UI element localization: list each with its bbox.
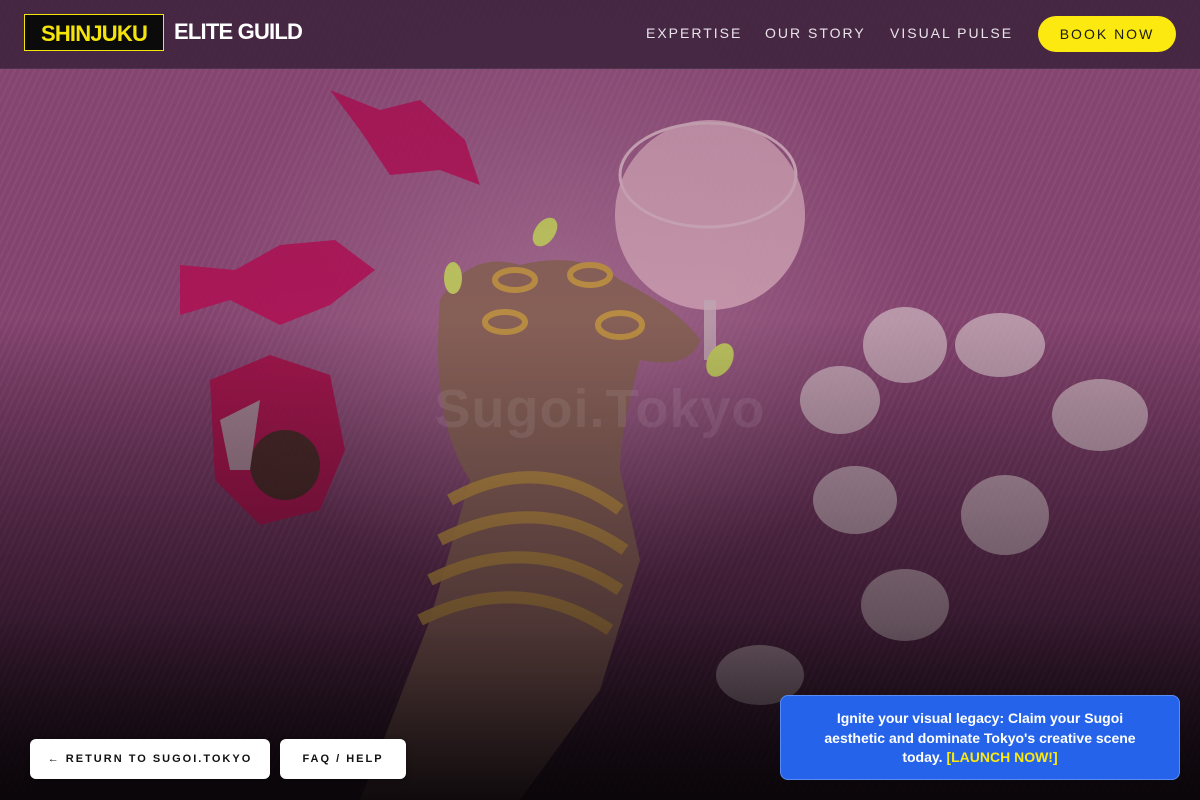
logo-shinjuku[interactable]: SHINJUKU <box>24 14 164 51</box>
return-to-sugoi-button[interactable]: ← RETURN TO SUGOI.TOKYO <box>30 739 270 779</box>
nav-expertise[interactable]: EXPERTISE <box>646 25 742 41</box>
site-header: SHINJUKU ELITE GUILD EXPERTISE OUR STORY… <box>0 0 1200 69</box>
book-now-button[interactable]: BOOK NOW <box>1038 16 1176 52</box>
promo-banner: Ignite your visual legacy: Claim your Su… <box>780 695 1180 780</box>
watermark: Sugoi.Tokyo <box>434 379 766 439</box>
hero-image: Sugoi.Tokyo <box>0 0 1200 800</box>
faq-help-button[interactable]: FAQ / HELP <box>280 739 406 779</box>
nav-our-story[interactable]: OUR STORY <box>765 25 866 41</box>
launch-now-link[interactable]: [LAUNCH NOW!] <box>946 749 1057 765</box>
nav-visual-pulse[interactable]: VISUAL PULSE <box>890 25 1013 41</box>
logo-elite-guild[interactable]: ELITE GUILD <box>174 19 303 45</box>
